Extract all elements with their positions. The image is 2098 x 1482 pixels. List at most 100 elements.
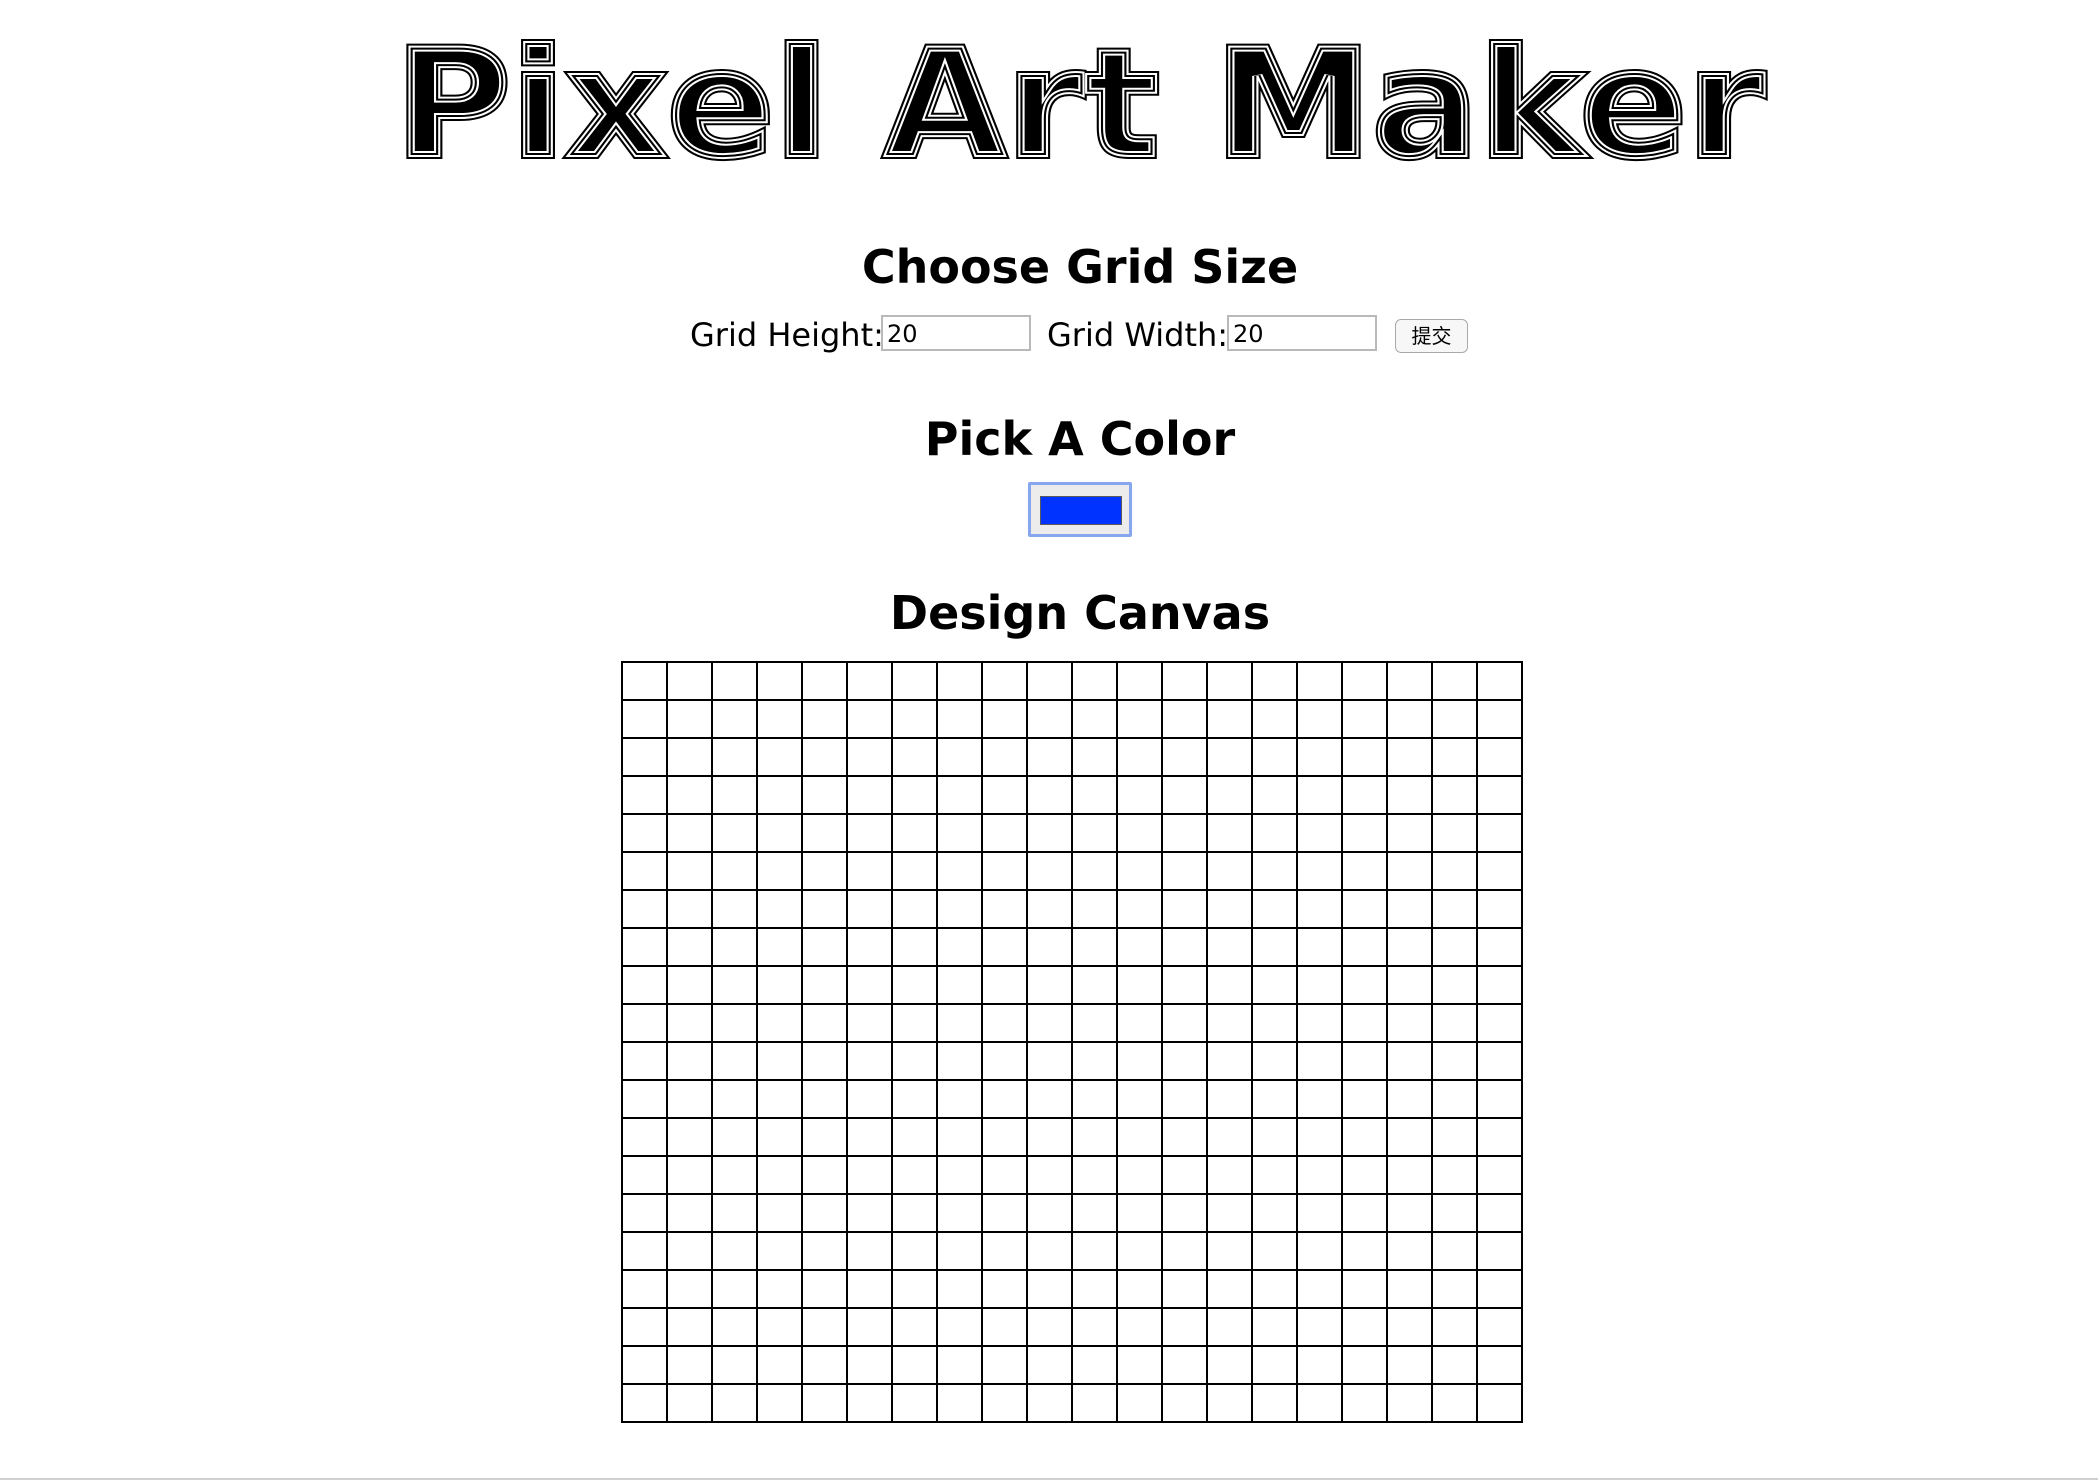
canvas-cell[interactable]: [801, 1117, 848, 1157]
canvas-cell[interactable]: [666, 737, 713, 777]
canvas-cell[interactable]: [756, 1193, 803, 1233]
canvas-cell[interactable]: [801, 1003, 848, 1043]
canvas-cell[interactable]: [1386, 851, 1433, 891]
canvas-cell[interactable]: [1116, 1041, 1163, 1081]
canvas-cell[interactable]: [711, 1269, 758, 1309]
canvas-cell[interactable]: [1476, 1383, 1523, 1423]
canvas-cell[interactable]: [981, 1231, 1028, 1271]
canvas-cell[interactable]: [1071, 775, 1118, 815]
color-picker[interactable]: [1028, 482, 1132, 537]
canvas-cell[interactable]: [1476, 813, 1523, 853]
canvas-cell[interactable]: [711, 851, 758, 891]
canvas-cell[interactable]: [1386, 1345, 1433, 1385]
canvas-cell[interactable]: [846, 851, 893, 891]
canvas-cell[interactable]: [1386, 1041, 1433, 1081]
canvas-cell[interactable]: [1251, 1231, 1298, 1271]
canvas-cell[interactable]: [846, 1117, 893, 1157]
canvas-cell[interactable]: [1476, 927, 1523, 967]
canvas-cell[interactable]: [1431, 1193, 1478, 1233]
canvas-cell[interactable]: [756, 1307, 803, 1347]
canvas-cell[interactable]: [1476, 1345, 1523, 1385]
canvas-cell[interactable]: [756, 661, 803, 701]
canvas-cell[interactable]: [1341, 1117, 1388, 1157]
canvas-cell[interactable]: [801, 1383, 848, 1423]
canvas-cell[interactable]: [711, 1003, 758, 1043]
canvas-cell[interactable]: [711, 927, 758, 967]
canvas-cell[interactable]: [711, 661, 758, 701]
canvas-cell[interactable]: [1206, 1231, 1253, 1271]
canvas-cell[interactable]: [711, 1231, 758, 1271]
canvas-cell[interactable]: [1431, 1079, 1478, 1119]
canvas-cell[interactable]: [621, 1193, 668, 1233]
canvas-cell[interactable]: [1206, 927, 1253, 967]
canvas-cell[interactable]: [1296, 1231, 1343, 1271]
canvas-cell[interactable]: [1296, 1383, 1343, 1423]
canvas-cell[interactable]: [1476, 661, 1523, 701]
canvas-cell[interactable]: [666, 661, 713, 701]
canvas-cell[interactable]: [756, 1231, 803, 1271]
canvas-cell[interactable]: [891, 775, 938, 815]
canvas-cell[interactable]: [1296, 737, 1343, 777]
canvas-cell[interactable]: [1116, 851, 1163, 891]
canvas-cell[interactable]: [936, 1307, 983, 1347]
canvas-cell[interactable]: [1251, 851, 1298, 891]
canvas-cell[interactable]: [1476, 1117, 1523, 1157]
canvas-cell[interactable]: [1161, 699, 1208, 739]
canvas-cell[interactable]: [1431, 775, 1478, 815]
canvas-cell[interactable]: [936, 1383, 983, 1423]
canvas-cell[interactable]: [1206, 699, 1253, 739]
canvas-cell[interactable]: [1341, 889, 1388, 929]
canvas-cell[interactable]: [1161, 851, 1208, 891]
canvas-cell[interactable]: [1026, 927, 1073, 967]
canvas-cell[interactable]: [1026, 1079, 1073, 1119]
canvas-cell[interactable]: [1386, 775, 1433, 815]
canvas-cell[interactable]: [1341, 661, 1388, 701]
canvas-cell[interactable]: [1071, 1155, 1118, 1195]
canvas-cell[interactable]: [1476, 851, 1523, 891]
canvas-cell[interactable]: [1386, 699, 1433, 739]
canvas-cell[interactable]: [1026, 1117, 1073, 1157]
canvas-cell[interactable]: [801, 813, 848, 853]
canvas-cell[interactable]: [936, 1193, 983, 1233]
canvas-cell[interactable]: [1341, 1383, 1388, 1423]
canvas-cell[interactable]: [711, 1383, 758, 1423]
canvas-cell[interactable]: [1251, 1079, 1298, 1119]
canvas-cell[interactable]: [981, 889, 1028, 929]
canvas-cell[interactable]: [1161, 1041, 1208, 1081]
canvas-cell[interactable]: [1296, 1193, 1343, 1233]
canvas-cell[interactable]: [801, 927, 848, 967]
canvas-cell[interactable]: [1071, 1231, 1118, 1271]
canvas-cell[interactable]: [711, 1079, 758, 1119]
canvas-cell[interactable]: [891, 1193, 938, 1233]
canvas-cell[interactable]: [1476, 889, 1523, 929]
canvas-cell[interactable]: [1431, 889, 1478, 929]
canvas-cell[interactable]: [1161, 1269, 1208, 1309]
canvas-cell[interactable]: [756, 1003, 803, 1043]
canvas-cell[interactable]: [981, 965, 1028, 1005]
canvas-cell[interactable]: [1431, 1231, 1478, 1271]
canvas-cell[interactable]: [1296, 1307, 1343, 1347]
canvas-cell[interactable]: [711, 699, 758, 739]
canvas-cell[interactable]: [1026, 775, 1073, 815]
canvas-cell[interactable]: [801, 1079, 848, 1119]
canvas-cell[interactable]: [981, 1041, 1028, 1081]
canvas-cell[interactable]: [621, 813, 668, 853]
canvas-cell[interactable]: [846, 1155, 893, 1195]
canvas-cell[interactable]: [801, 1231, 848, 1271]
canvas-cell[interactable]: [1071, 1193, 1118, 1233]
canvas-cell[interactable]: [1431, 927, 1478, 967]
canvas-cell[interactable]: [1296, 927, 1343, 967]
canvas-cell[interactable]: [846, 889, 893, 929]
canvas-cell[interactable]: [846, 775, 893, 815]
canvas-cell[interactable]: [711, 889, 758, 929]
canvas-cell[interactable]: [981, 1003, 1028, 1043]
canvas-cell[interactable]: [936, 813, 983, 853]
canvas-cell[interactable]: [981, 1079, 1028, 1119]
canvas-cell[interactable]: [1071, 737, 1118, 777]
canvas-cell[interactable]: [666, 1003, 713, 1043]
canvas-cell[interactable]: [1386, 1193, 1433, 1233]
canvas-cell[interactable]: [936, 775, 983, 815]
canvas-cell[interactable]: [1026, 699, 1073, 739]
canvas-cell[interactable]: [936, 1003, 983, 1043]
canvas-cell[interactable]: [981, 1269, 1028, 1309]
